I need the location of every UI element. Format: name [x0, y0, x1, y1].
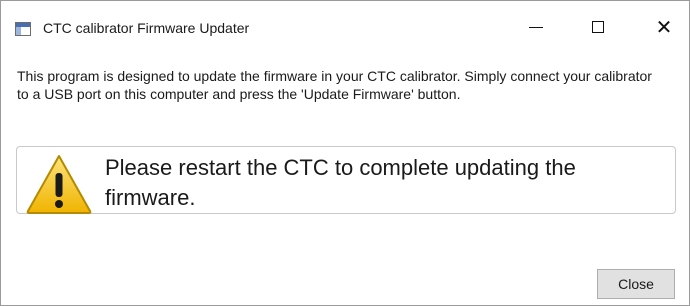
status-message: Please restart the CTC to complete updat… — [105, 155, 576, 210]
app-icon — [15, 22, 31, 36]
status-message-panel: Please restart the CTC to complete updat… — [16, 146, 676, 214]
minimize-button[interactable] — [513, 7, 559, 47]
maximize-icon — [592, 21, 604, 33]
window-close-button[interactable]: ✕ — [641, 7, 687, 47]
warning-icon — [26, 155, 92, 214]
maximize-button[interactable] — [575, 7, 621, 47]
instructions-text: This program is designed to update the f… — [17, 68, 652, 102]
close-icon: ✕ — [655, 15, 673, 39]
close-button[interactable]: Close — [597, 269, 675, 299]
minimize-icon — [529, 26, 543, 28]
window-title: CTC calibrator Firmware Updater — [43, 20, 250, 36]
updater-window: CTC calibrator Firmware Updater ✕ This p… — [0, 0, 690, 306]
title-bar[interactable]: CTC calibrator Firmware Updater ✕ — [1, 1, 689, 51]
